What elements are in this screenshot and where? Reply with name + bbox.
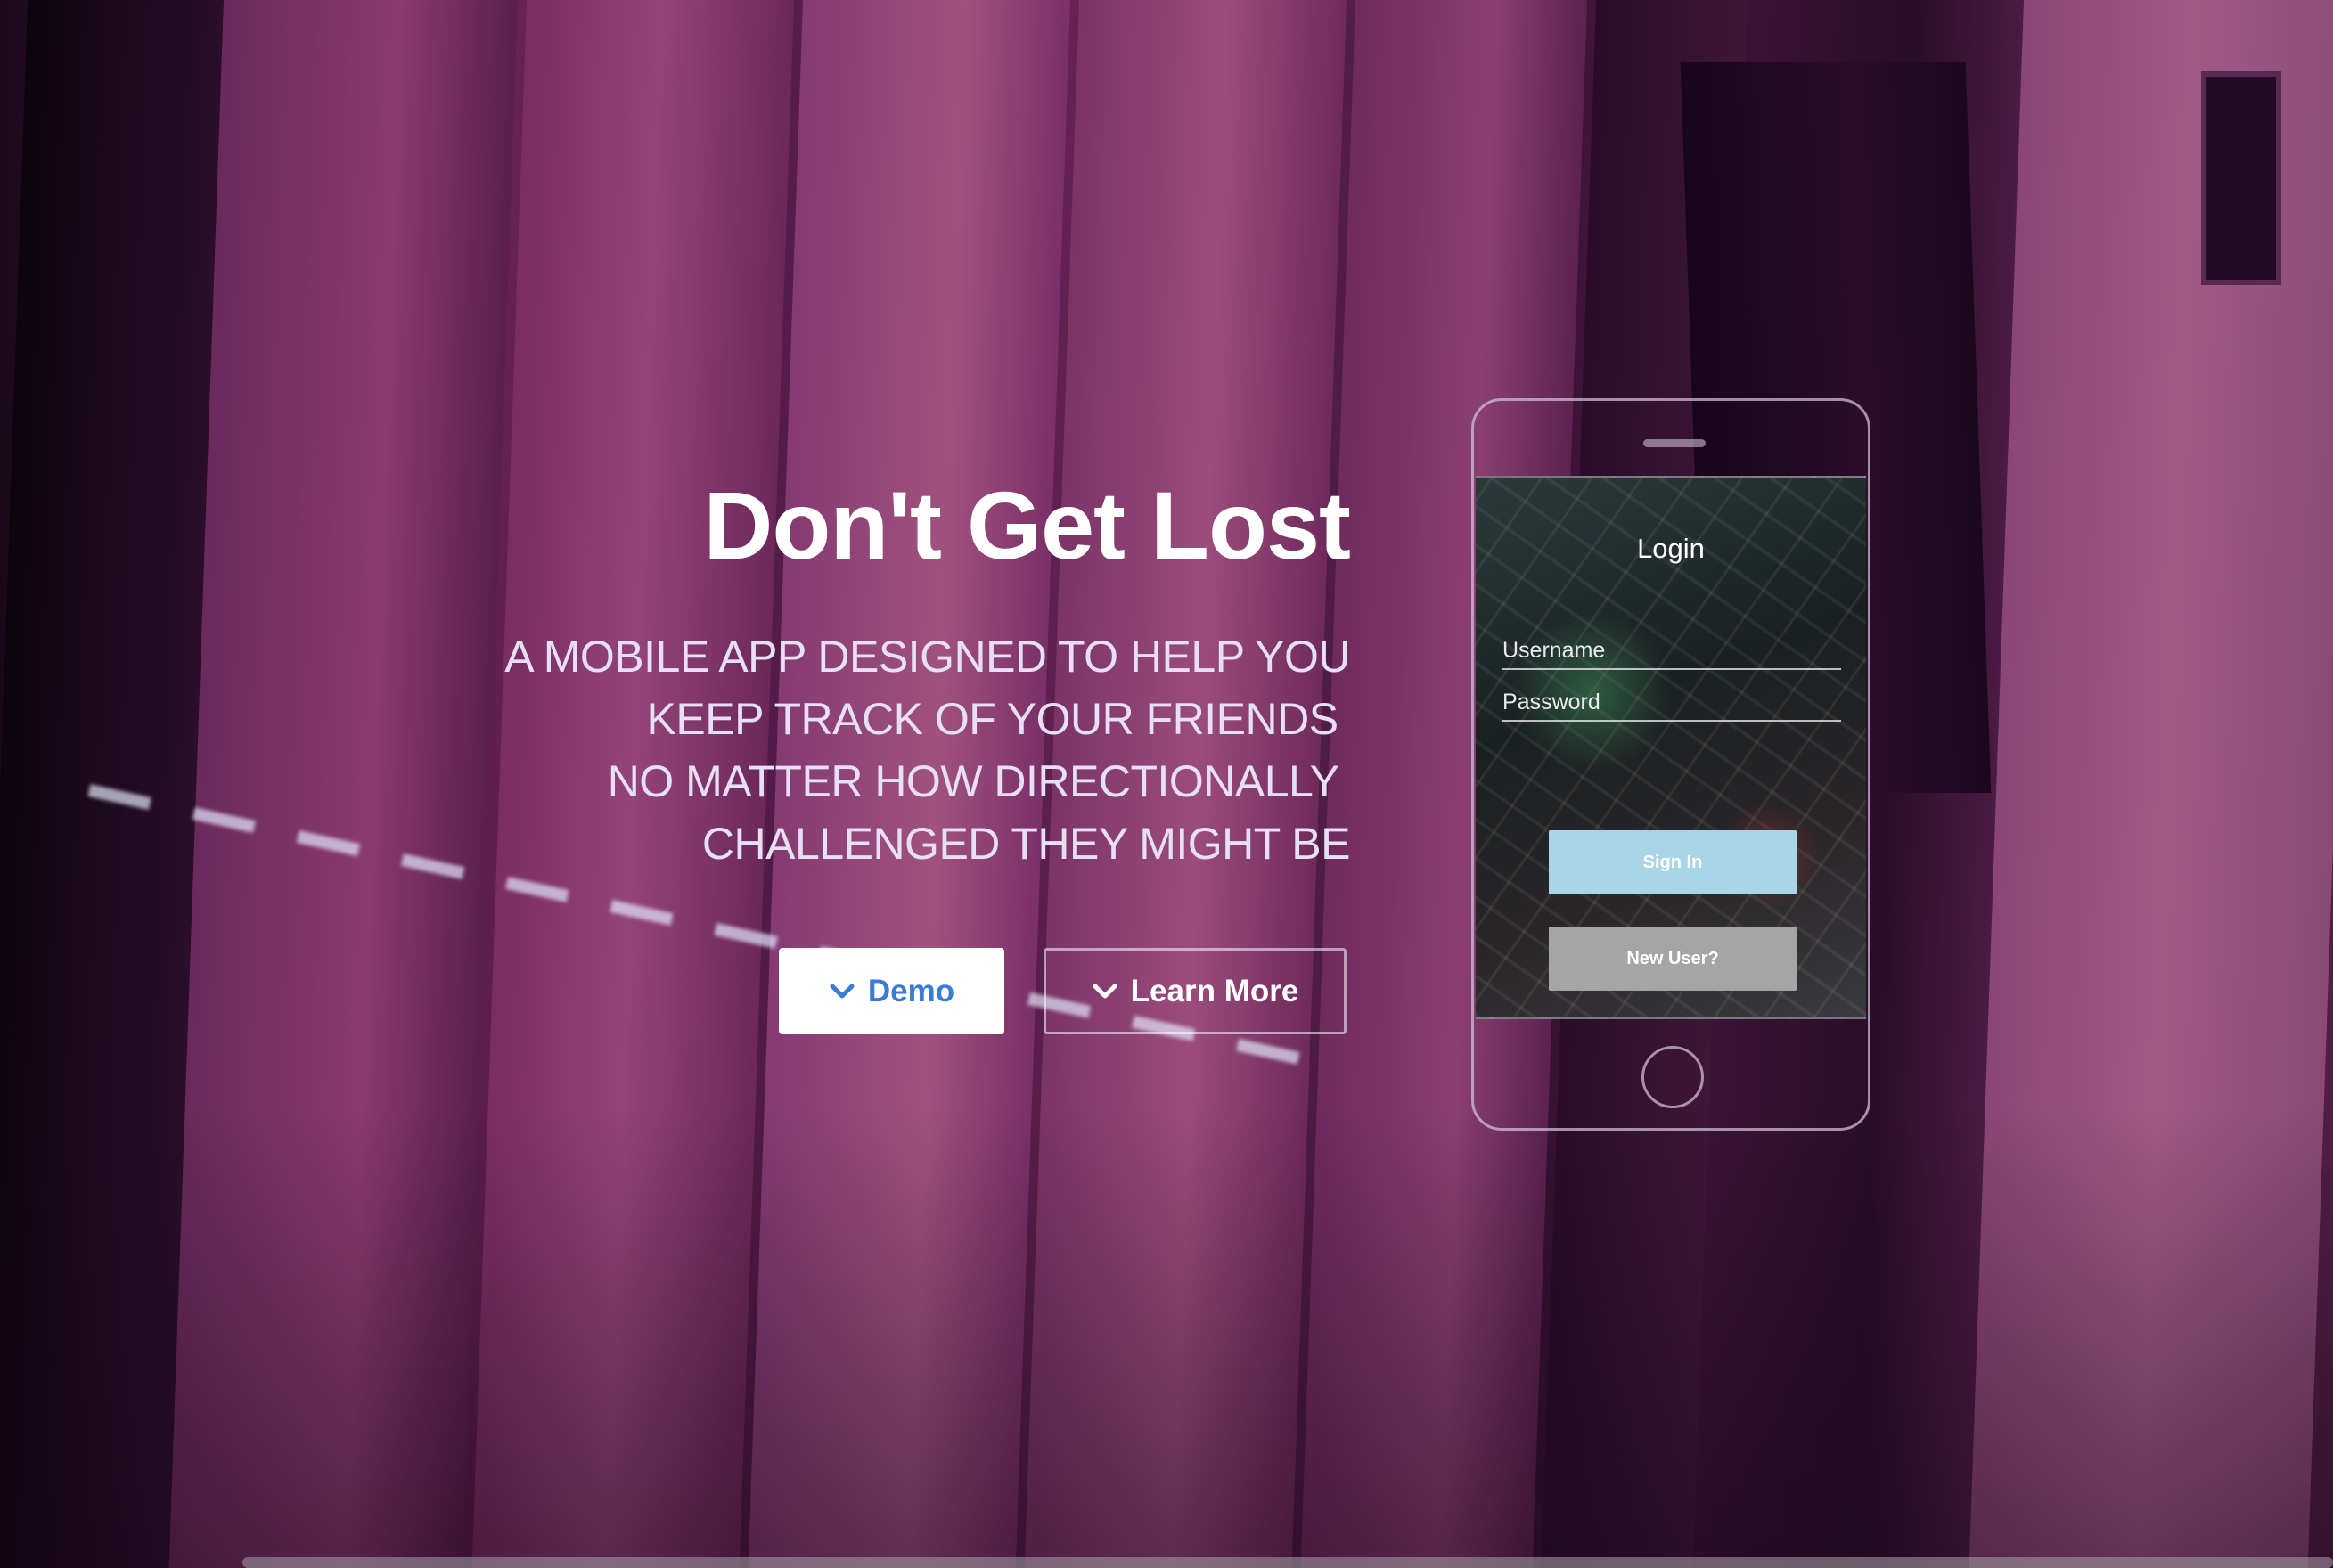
hero-subtitle-line: A MOBILE APP DESIGNED TO HELP YOU (504, 632, 1350, 682)
hero-title: Don't Get Lost (703, 471, 1351, 579)
hero-section: Don't Get Lost A MOBILE APP DESIGNED TO … (0, 0, 2333, 1568)
password-field: Password (1502, 686, 1841, 722)
phone-mockup: Login Username Password Sign In New User… (1471, 398, 1870, 1131)
phone-speaker (1643, 439, 1706, 447)
chevron-down-icon (829, 982, 855, 1001)
hero-subtitle-line: KEEP TRACK OF YOUR FRIENDS (646, 694, 1350, 744)
learn-more-button[interactable]: Learn More (1044, 948, 1347, 1034)
learn-more-button-label: Learn More (1130, 973, 1299, 1009)
demo-button-label: Demo (867, 973, 955, 1009)
background-shade (0, 1105, 2333, 1568)
hero-subtitle-line: NO MATTER HOW DIRECTIONALLY (607, 756, 1350, 806)
chevron-down-icon (1092, 982, 1118, 1001)
new-user-button: New User? (1549, 927, 1797, 991)
horizontal-scrollbar[interactable] (242, 1557, 2333, 1568)
background-window (2201, 71, 2281, 285)
username-field: Username (1502, 634, 1841, 670)
demo-button[interactable]: Demo (779, 948, 1004, 1034)
hero-subtitle: A MOBILE APP DESIGNED TO HELP YOU KEEP T… (392, 625, 1350, 875)
hero-subtitle-line: CHALLENGED THEY MIGHT BE (701, 819, 1351, 869)
login-title: Login (1637, 533, 1705, 564)
sign-in-button: Sign In (1549, 830, 1797, 894)
phone-screen: Login Username Password Sign In New User… (1476, 476, 1866, 1019)
phone-home-button (1641, 1046, 1704, 1108)
